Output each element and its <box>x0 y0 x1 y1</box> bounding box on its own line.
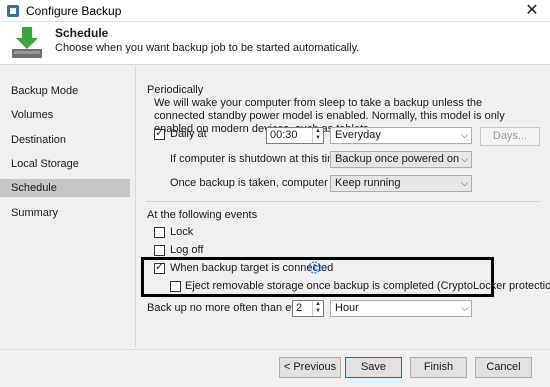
time-picker[interactable]: 00:30 ▲ ▼ <box>266 127 324 144</box>
logoff-label: Log off <box>170 244 204 256</box>
close-icon[interactable]: ✕ <box>522 1 542 21</box>
frequency-value: Everyday <box>335 129 381 141</box>
target-connected-checkbox[interactable]: ✓ <box>154 261 165 274</box>
sidebar-item-summary[interactable]: Summary <box>0 204 130 222</box>
shutdown-value: Backup once powered on <box>335 153 460 165</box>
backup-app-icon <box>7 5 19 17</box>
download-arrow-icon <box>12 27 42 58</box>
eject-storage-label: Eject removable storage once backup is c… <box>185 280 550 292</box>
lock-label: Lock <box>170 226 194 238</box>
lock-checkbox[interactable] <box>154 227 165 238</box>
logoff-checkbox[interactable] <box>154 245 165 256</box>
eject-storage-checkbox[interactable] <box>170 281 181 292</box>
sidebar-item-schedule[interactable]: Schedule <box>0 179 130 197</box>
sidebar-divider <box>135 66 136 347</box>
spin-arrows-icon[interactable]: ▲ ▼ <box>312 301 323 316</box>
info-icon[interactable] <box>308 261 321 274</box>
frequency-unit-value: Hour <box>335 302 359 314</box>
finish-button[interactable]: Finish <box>410 357 467 378</box>
page-subtitle: Choose when you want backup job to be st… <box>55 42 360 54</box>
window-title: Configure Backup <box>26 4 122 18</box>
chevron-down-icon: ⌵ <box>461 303 468 313</box>
checkmark-icon: ✓ <box>155 261 165 273</box>
daily-checkbox[interactable]: ✓ <box>154 127 165 140</box>
after-backup-value: Keep running <box>335 177 401 189</box>
footer-divider <box>0 349 550 350</box>
chevron-down-icon: ⌵ <box>461 130 468 140</box>
shutdown-select[interactable]: Backup once powered on ⌵ <box>330 151 472 168</box>
checkmark-icon: ✓ <box>155 127 165 139</box>
after-backup-select[interactable]: Keep running ⌵ <box>330 175 472 192</box>
time-value: 00:30 <box>270 129 298 141</box>
frequency-number-value: 2 <box>296 302 303 314</box>
spin-arrows-icon[interactable]: ▲ ▼ <box>312 128 323 143</box>
previous-button[interactable]: < Previous <box>279 357 341 378</box>
page-title: Schedule <box>55 26 109 40</box>
periodically-heading: Periodically <box>147 84 204 96</box>
shutdown-label: If computer is shutdown at this time <box>170 153 343 165</box>
frequency-limit-label: Back up no more often than every <box>147 302 313 314</box>
sidebar-item-local-storage[interactable]: Local Storage <box>0 155 130 173</box>
daily-label: Daily at <box>170 128 207 140</box>
days-button[interactable]: Days... <box>480 127 540 146</box>
events-heading: At the following events <box>147 209 258 221</box>
page-header: Schedule Choose when you want backup job… <box>0 22 550 65</box>
cancel-button[interactable]: Cancel <box>475 357 532 378</box>
frequency-unit-select[interactable]: Hour ⌵ <box>330 300 472 317</box>
chevron-down-icon: ⌵ <box>461 154 468 164</box>
sidebar-item-destination[interactable]: Destination <box>0 131 130 149</box>
wizard-sidebar: Backup Mode Volumes Destination Local St… <box>0 66 130 349</box>
save-button[interactable]: Save <box>345 357 402 378</box>
title-bar: Configure Backup ✕ <box>0 0 550 22</box>
chevron-down-icon: ⌵ <box>461 178 468 188</box>
frequency-number-stepper[interactable]: 2 ▲ ▼ <box>292 300 324 317</box>
sidebar-item-backup-mode[interactable]: Backup Mode <box>0 82 130 100</box>
sidebar-item-volumes[interactable]: Volumes <box>0 106 130 124</box>
frequency-select[interactable]: Everyday ⌵ <box>330 127 472 144</box>
section-divider <box>146 201 540 202</box>
